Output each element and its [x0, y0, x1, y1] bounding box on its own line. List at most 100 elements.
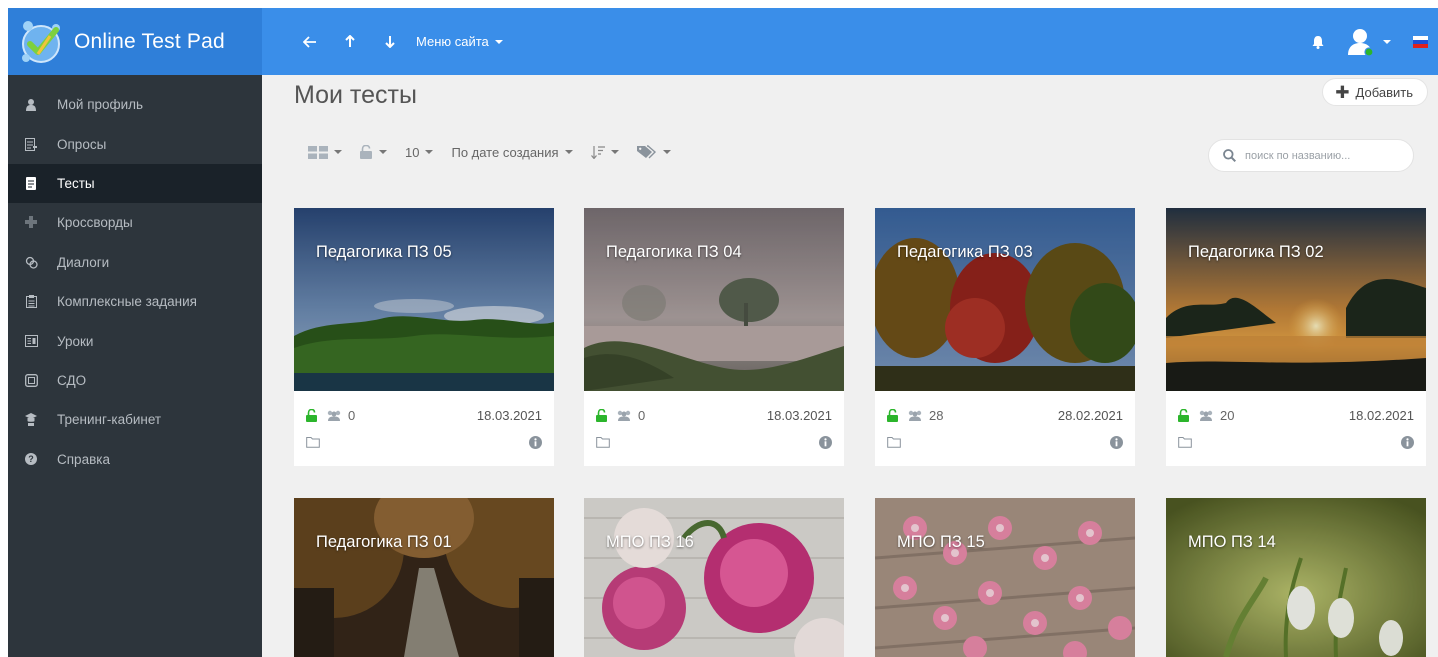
- participants-count: 28: [929, 407, 944, 423]
- lesson-icon: [24, 334, 38, 348]
- complex-task-icon: [24, 295, 38, 309]
- card-date: 18.03.2021: [766, 407, 832, 423]
- brand[interactable]: Online Test Pad: [8, 8, 262, 75]
- test-card[interactable]: Педагогика ПЗ 04 0 18.03.2021: [584, 208, 844, 466]
- sidebar-item-polls[interactable]: Опросы: [8, 124, 262, 163]
- site-menu-label: Меню сайта: [416, 34, 489, 49]
- sidebar-item-label: Справка: [57, 451, 110, 467]
- user-icon: [24, 98, 38, 112]
- folder-icon[interactable]: [887, 436, 901, 448]
- info-icon[interactable]: [529, 435, 542, 449]
- logo-icon: [22, 20, 60, 63]
- sort-dropdown[interactable]: По дате создания: [451, 145, 573, 160]
- top-bar: Online Test Pad Меню сайта: [8, 8, 1438, 75]
- add-button[interactable]: ✚ Добавить: [1322, 78, 1428, 106]
- poll-icon: [24, 137, 38, 151]
- main-content: Мои тесты ✚ Добавить 10 По дате создания: [262, 75, 1438, 657]
- sidebar-item-label: Уроки: [57, 333, 94, 349]
- card-title: МПО ПЗ 15: [897, 533, 985, 551]
- card-title: Педагогика ПЗ 02: [1188, 243, 1324, 261]
- user-menu[interactable]: [1346, 27, 1391, 57]
- test-card[interactable]: МПО ПЗ 14: [1166, 498, 1426, 657]
- sidebar-item-profile[interactable]: Мой профиль: [8, 85, 262, 124]
- card-image: [294, 208, 554, 391]
- language-flag-icon[interactable]: [1413, 35, 1428, 48]
- test-icon: [24, 176, 38, 190]
- sidebar: Мой профиль Опросы Тесты Кроссворды Диал…: [8, 75, 262, 657]
- svg-text:?: ?: [28, 454, 34, 464]
- test-card[interactable]: МПО ПЗ 16: [584, 498, 844, 657]
- card-meta: 0 18.03.2021: [294, 391, 554, 466]
- search-icon[interactable]: [1223, 149, 1236, 162]
- chevron-down-icon: [334, 150, 342, 154]
- sidebar-item-crosswords[interactable]: Кроссворды: [8, 203, 262, 242]
- users-icon: [1199, 410, 1213, 421]
- card-title: Педагогика ПЗ 03: [897, 243, 1033, 261]
- card-meta: 20 18.02.2021: [1166, 391, 1426, 466]
- down-arrow-icon[interactable]: [370, 22, 410, 62]
- sidebar-item-lms[interactable]: СДО: [8, 361, 262, 400]
- folder-icon[interactable]: [596, 436, 610, 448]
- unlock-icon: [887, 408, 898, 422]
- page-size-dropdown[interactable]: 10: [405, 145, 434, 160]
- sidebar-item-label: Тесты: [57, 175, 95, 191]
- back-arrow-icon[interactable]: [290, 22, 330, 62]
- card-title: Педагогика ПЗ 04: [606, 243, 742, 261]
- unlock-icon: [596, 408, 607, 422]
- info-icon[interactable]: [1401, 435, 1414, 449]
- top-right-controls: [1298, 8, 1428, 75]
- test-card[interactable]: Педагогика ПЗ 01: [294, 498, 554, 657]
- users-icon: [327, 410, 341, 421]
- users-icon: [908, 410, 922, 421]
- card-image: [584, 498, 844, 657]
- search-box: [1208, 139, 1414, 172]
- up-arrow-icon[interactable]: [330, 22, 370, 62]
- participants-count: 20: [1220, 407, 1235, 423]
- sort-order-icon: [590, 145, 605, 159]
- sidebar-item-label: СДО: [57, 372, 87, 388]
- chevron-down-icon: [425, 150, 434, 154]
- sidebar-item-label: Опросы: [57, 136, 107, 152]
- view-mode-dropdown[interactable]: [308, 145, 342, 159]
- plus-icon: ✚: [1335, 82, 1350, 102]
- info-icon[interactable]: [819, 435, 832, 449]
- sidebar-item-complex-tasks[interactable]: Комплексные задания: [8, 282, 262, 321]
- sidebar-item-training[interactable]: Тренинг-кабинет: [8, 400, 262, 439]
- graduation-cap-icon: [24, 413, 38, 427]
- card-meta: 28 28.02.2021: [875, 391, 1135, 466]
- card-image: [1166, 208, 1426, 391]
- test-card[interactable]: Педагогика ПЗ 03 28 28.02.2021: [875, 208, 1135, 466]
- test-card[interactable]: МПО ПЗ 15: [875, 498, 1135, 657]
- search-input[interactable]: [1245, 149, 1395, 162]
- participants-count: 0: [638, 407, 646, 423]
- card-title: Педагогика ПЗ 01: [316, 533, 452, 551]
- toolbar: 10 По дате создания: [308, 141, 689, 163]
- lms-icon: [24, 373, 38, 387]
- chevron-down-icon: [564, 150, 573, 154]
- page-title: Мои тесты: [294, 81, 417, 109]
- folder-icon[interactable]: [1178, 436, 1192, 448]
- chevron-down-icon: [1383, 39, 1391, 44]
- folder-icon[interactable]: [306, 436, 320, 448]
- avatar-icon: [1348, 28, 1374, 57]
- test-card[interactable]: Педагогика ПЗ 02 20 18.02.2021: [1166, 208, 1426, 466]
- card-meta: 0 18.03.2021: [584, 391, 844, 466]
- tags-dropdown[interactable]: [636, 145, 671, 159]
- card-title: МПО ПЗ 14: [1188, 533, 1276, 551]
- info-icon[interactable]: [1110, 435, 1123, 449]
- bell-icon[interactable]: [1298, 22, 1338, 62]
- test-card[interactable]: Педагогика ПЗ 05 0 18.03.2021: [294, 208, 554, 466]
- participants-count: 0: [348, 407, 356, 423]
- unlock-icon: [1178, 408, 1189, 422]
- site-menu-dropdown[interactable]: Меню сайта: [416, 34, 503, 49]
- help-icon: ?: [24, 452, 38, 466]
- sidebar-item-help[interactable]: ? Справка: [8, 440, 262, 479]
- sidebar-item-dialogs[interactable]: Диалоги: [8, 243, 262, 282]
- sort-order-dropdown[interactable]: [590, 145, 619, 159]
- card-image: [584, 208, 844, 391]
- sidebar-item-tests[interactable]: Тесты: [8, 163, 262, 204]
- sidebar-item-lessons[interactable]: Уроки: [8, 321, 262, 360]
- crossword-icon: [24, 216, 38, 230]
- card-image: [875, 498, 1135, 657]
- access-filter-dropdown[interactable]: [360, 145, 387, 159]
